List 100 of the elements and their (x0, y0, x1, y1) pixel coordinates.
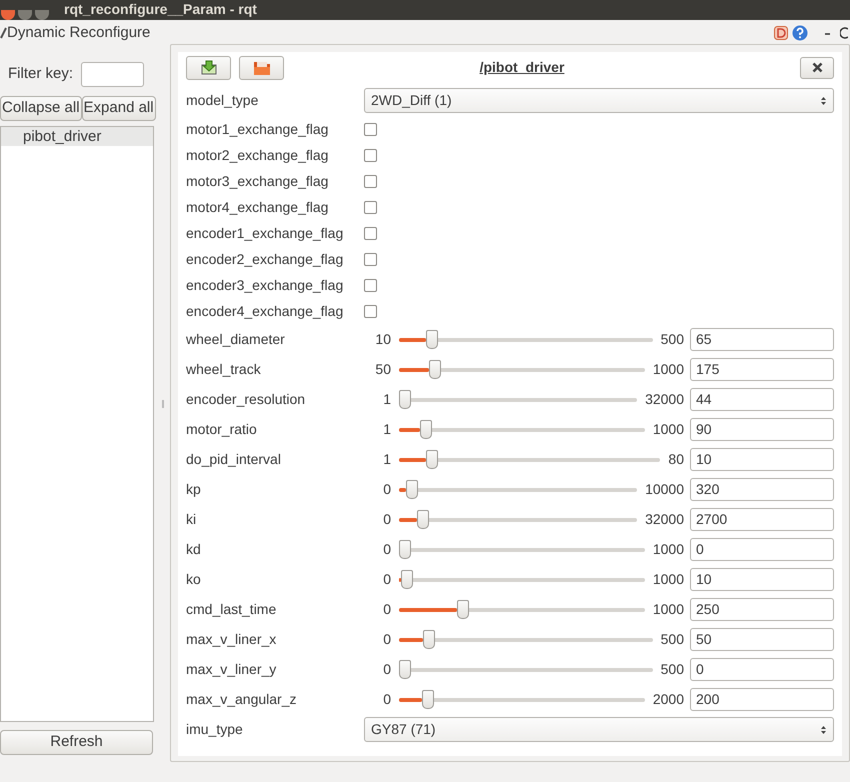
param-label: motor4_exchange_flag (186, 198, 330, 217)
spinner-arrows-icon (820, 724, 827, 734)
slider-thumb[interactable] (420, 420, 432, 438)
value-field[interactable]: 10 (690, 568, 834, 590)
value-field[interactable]: 320 (690, 478, 834, 500)
dropdown[interactable]: GY87 (71) (364, 717, 834, 742)
checkbox[interactable] (364, 278, 377, 292)
slider[interactable] (399, 660, 653, 678)
param-label: kp (186, 480, 202, 499)
value-field[interactable]: 0 (690, 658, 834, 680)
slider[interactable] (399, 330, 653, 348)
slider-min-label: 0 (382, 630, 391, 648)
slider-thumb[interactable] (426, 450, 438, 468)
slider-thumb[interactable] (401, 570, 414, 588)
slider-min-label: 0 (382, 570, 391, 588)
slider[interactable] (399, 600, 645, 618)
slider-min-label: 0 (382, 480, 391, 498)
slider-thumb[interactable] (422, 690, 434, 708)
slider-thumb[interactable] (399, 540, 411, 558)
param-label: imu_type (186, 720, 244, 739)
value-field[interactable]: 44 (690, 388, 834, 410)
checkbox[interactable] (364, 122, 377, 136)
slider-min-label: 50 (374, 360, 391, 378)
slider-min-label: 1 (382, 450, 391, 468)
param-label: cmd_last_time (186, 600, 278, 619)
checkbox[interactable] (364, 226, 377, 240)
param-label: max_v_liner_y (186, 660, 278, 679)
slider-thumb[interactable] (457, 600, 470, 618)
slider[interactable] (399, 510, 638, 528)
slider[interactable] (399, 450, 660, 468)
slider-max-label: 1000 (652, 600, 684, 618)
node-title: /pibot_driver (480, 58, 564, 77)
slider[interactable] (399, 690, 645, 708)
slider-thumb[interactable] (399, 660, 411, 678)
slider-max-label: 32000 (645, 390, 684, 408)
slider-thumb[interactable] (417, 510, 430, 528)
slider-max-label: 1000 (652, 540, 684, 558)
expand-all-button[interactable]: Expand all (82, 96, 156, 121)
open-button[interactable] (239, 56, 284, 80)
value-field[interactable]: 175 (690, 358, 834, 380)
checkbox[interactable] (364, 252, 377, 266)
refresh-button[interactable]: Refresh (0, 730, 153, 755)
value-field[interactable]: 250 (690, 598, 834, 620)
slider-max-label: 500 (660, 630, 684, 648)
param-label: max_v_liner_x (186, 630, 278, 649)
param-label: kd (186, 540, 202, 558)
param-label: ko (186, 570, 202, 588)
param-label: encoder_resolution (186, 390, 306, 409)
save-button[interactable] (186, 56, 231, 80)
checkbox[interactable] (364, 304, 377, 318)
spinner-arrows-icon (820, 96, 827, 106)
param-label: wheel_diameter (186, 330, 286, 349)
checkbox[interactable] (364, 148, 377, 162)
param-label: max_v_angular_z (186, 690, 298, 709)
value-field[interactable]: 200 (690, 688, 834, 710)
value-field[interactable]: 0 (690, 538, 834, 560)
slider[interactable] (399, 360, 645, 378)
slider-max-label: 32000 (645, 510, 684, 528)
slider-thumb[interactable] (426, 330, 438, 348)
slider-max-label: 1000 (652, 570, 684, 588)
slider-min-label: 0 (382, 660, 391, 678)
slider[interactable] (399, 480, 638, 498)
param-label: encoder3_exchange_flag (186, 276, 344, 295)
slider-min-label: 0 (382, 690, 391, 708)
plugin-title: Dynamic Reconfigure (7, 22, 150, 43)
checkbox[interactable] (364, 174, 377, 188)
slider[interactable] (399, 420, 645, 438)
slider[interactable] (399, 540, 645, 558)
slider-thumb[interactable] (423, 630, 436, 648)
slider-max-label: 10000 (645, 480, 684, 498)
slider[interactable] (399, 630, 653, 648)
param-label: do_pid_interval (186, 450, 282, 469)
slider-max-label: 500 (660, 330, 684, 348)
d-icon[interactable] (774, 26, 788, 40)
slider-thumb[interactable] (406, 480, 418, 498)
value-field[interactable]: 65 (690, 328, 834, 350)
dropdown[interactable]: 2WD_Diff (1) (364, 88, 834, 113)
filter-field[interactable] (81, 62, 144, 87)
filter-label: Filter key: (8, 64, 74, 84)
checkbox[interactable] (364, 200, 377, 214)
window-title: rqt_reconfigure__Param - rqt (64, 1, 257, 18)
param-label: motor3_exchange_flag (186, 172, 330, 191)
collapse-all-button[interactable]: Collapse all (0, 96, 82, 121)
value-field[interactable]: 2700 (690, 508, 834, 530)
help-icon[interactable] (792, 25, 808, 41)
close-button[interactable] (800, 56, 834, 78)
slider[interactable] (399, 570, 645, 588)
param-label: motor2_exchange_flag (186, 146, 330, 165)
slider[interactable] (399, 390, 638, 408)
folder-icon (254, 60, 270, 74)
tree-item[interactable]: pibot_driver (1, 127, 153, 146)
value-field[interactable]: 10 (690, 448, 834, 470)
slider-thumb[interactable] (429, 360, 442, 378)
download-icon (200, 60, 216, 75)
value-field[interactable]: 50 (690, 628, 834, 650)
slider-thumb[interactable] (399, 390, 411, 408)
slider-max-label: 80 (668, 450, 684, 468)
slider-min-label: 0 (382, 540, 391, 558)
value-field[interactable]: 90 (690, 418, 834, 440)
slider-max-label: 1000 (652, 360, 684, 378)
